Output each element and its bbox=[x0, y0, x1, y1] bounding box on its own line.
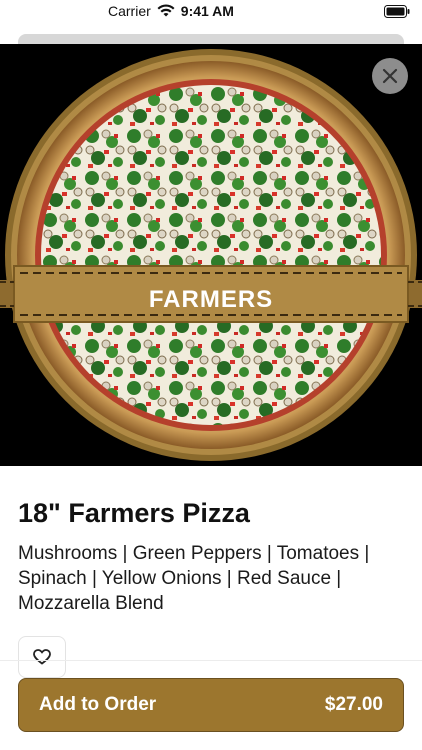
product-title: 18" Farmers Pizza bbox=[18, 498, 250, 528]
add-to-order-label: Add to Order bbox=[39, 694, 157, 715]
status-time: 9:41 AM bbox=[180, 3, 234, 19]
pizza-illustration bbox=[0, 44, 422, 466]
product-details: 18" Farmers Pizza Mushrooms | Green Pepp… bbox=[18, 498, 408, 616]
footer-divider bbox=[0, 660, 422, 661]
pizza-hero-image bbox=[0, 44, 422, 466]
close-icon bbox=[382, 68, 398, 84]
add-to-order-button[interactable]: Add to Order $27.00 bbox=[18, 678, 404, 732]
close-button[interactable] bbox=[372, 58, 408, 94]
order-price: $27.00 bbox=[324, 694, 383, 715]
status-bar: Carrier 9:41 AM bbox=[0, 0, 422, 24]
status-left: Carrier 9:41 AM bbox=[108, 3, 234, 19]
battery-icon bbox=[384, 5, 410, 18]
product-description: Mushrooms | Green Peppers | Tomatoes | S… bbox=[18, 543, 370, 614]
carrier-label: Carrier bbox=[108, 3, 151, 19]
wifi-icon bbox=[157, 4, 175, 17]
favorite-button[interactable] bbox=[18, 636, 66, 678]
heart-outline-icon bbox=[33, 649, 51, 665]
pizza-banner-label: FARMERS bbox=[148, 286, 274, 313]
